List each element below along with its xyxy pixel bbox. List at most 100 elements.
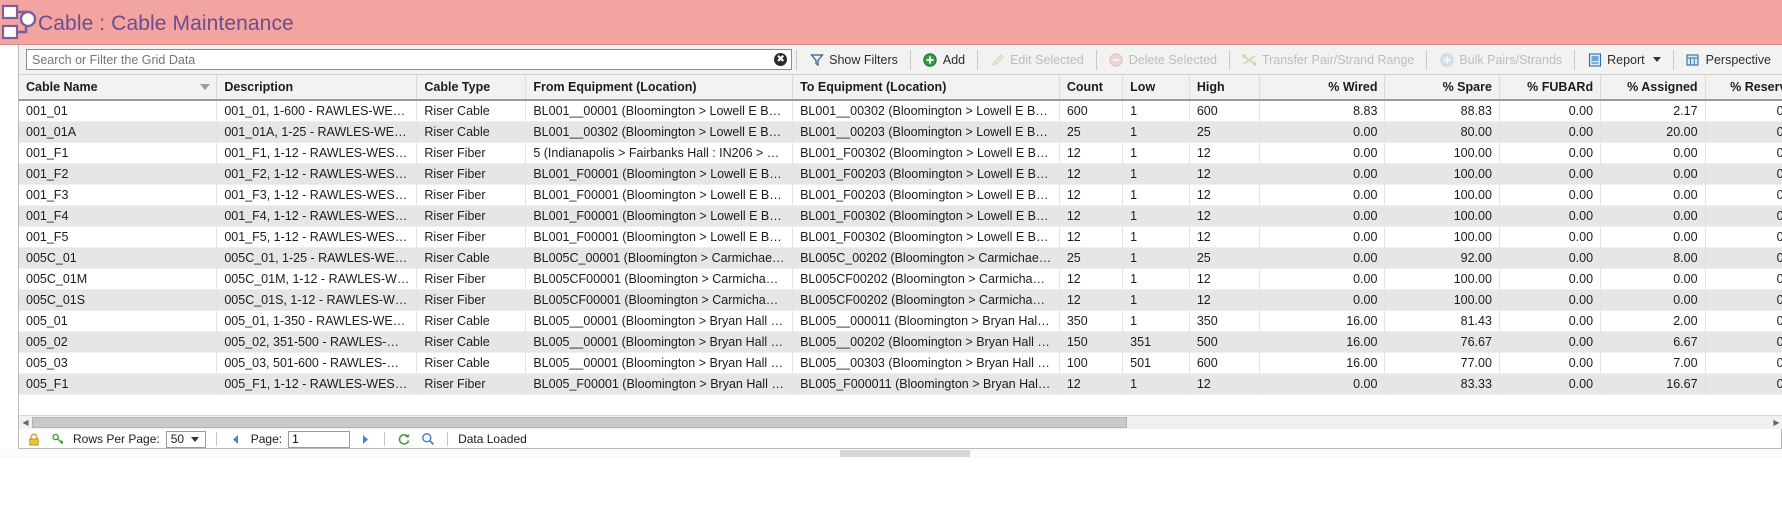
table-row[interactable]: 001_F3 001_F3, 1-12 - RAWLES-WEST-LAW Rise… xyxy=(19,184,1782,206)
cell-description[interactable]: 005_F1, 1-12 - RAWLES-WEST-BR… xyxy=(216,373,418,395)
cell-description[interactable]: 005C_01S, 1-12 - RAWLES-WEST-… xyxy=(216,289,418,311)
table-row[interactable]: 005C_01M 005C_01M, 1-12 - RAWLES-WEST… Ris… xyxy=(19,268,1782,290)
cell-pct_assigned[interactable]: 2.00 xyxy=(1600,310,1706,332)
chevron-down-icon[interactable] xyxy=(1652,57,1661,62)
cell-pct_fubard[interactable]: 0.00 xyxy=(1499,352,1602,374)
cell-low[interactable]: 1 xyxy=(1122,289,1190,311)
show-filters-button[interactable]: Show Filters xyxy=(801,48,906,72)
cell-from_equipment[interactable]: BL001_F00001 (Bloomington > Lowell E Bai… xyxy=(525,205,794,227)
cell-to_equipment[interactable]: BL001_F00302 (Bloomington > Lowell E Bai… xyxy=(792,226,1060,248)
cell-to_equipment[interactable]: BL005C_00202 (Bloomington > Carmichael C… xyxy=(792,247,1060,269)
cell-to_equipment[interactable]: BL005__00303 (Bloomington > Bryan Hall :… xyxy=(792,352,1060,374)
key-icon[interactable] xyxy=(49,431,67,447)
cell-cable_name[interactable]: 005_F1 xyxy=(19,373,218,395)
grid-header-from_equipment[interactable]: From Equipment (Location) xyxy=(525,75,794,101)
cell-cable_type[interactable]: Riser Cable xyxy=(416,100,527,122)
cell-to_equipment[interactable]: BL005CF00202 (Bloomington > Carmichael C… xyxy=(792,289,1060,311)
cell-cable_type[interactable]: Riser Cable xyxy=(416,310,527,332)
cell-pct_reserved[interactable]: 0.00 xyxy=(1705,352,1782,374)
cell-description[interactable]: 005_01, 1-350 - RAWLES-WEST-B… xyxy=(216,310,418,332)
cell-cable_name[interactable]: 005C_01M xyxy=(19,268,218,290)
cell-pct_wired[interactable]: 0.00 xyxy=(1259,226,1386,248)
cell-low[interactable]: 1 xyxy=(1122,121,1190,143)
cell-pct_spare[interactable]: 100.00 xyxy=(1384,289,1500,311)
cell-pct_assigned[interactable]: 0.00 xyxy=(1600,205,1706,227)
cell-pct_wired[interactable]: 16.00 xyxy=(1259,352,1386,374)
bulk-pairs-strands-button[interactable]: Bulk Pairs/Strands xyxy=(1431,48,1570,72)
cell-cable_name[interactable]: 005C_01 xyxy=(19,247,218,269)
cell-pct_spare[interactable]: 76.67 xyxy=(1384,331,1500,353)
cell-cable_type[interactable]: Riser Cable xyxy=(416,352,527,374)
find-button[interactable] xyxy=(419,431,437,447)
scroll-right-icon[interactable]: ▶ xyxy=(1770,416,1782,429)
table-row[interactable]: 005_F1 005_F1, 1-12 - RAWLES-WEST-BR… Rise… xyxy=(19,373,1782,395)
cell-high[interactable]: 12 xyxy=(1189,184,1260,206)
cell-cable_type[interactable]: Riser Fiber xyxy=(416,184,527,206)
cell-low[interactable]: 1 xyxy=(1122,268,1190,290)
cell-high[interactable]: 12 xyxy=(1189,142,1260,164)
cell-pct_fubard[interactable]: 0.00 xyxy=(1499,184,1602,206)
cell-count[interactable]: 12 xyxy=(1059,142,1124,164)
cell-cable_name[interactable]: 005_01 xyxy=(19,310,218,332)
cell-cable_type[interactable]: Riser Cable xyxy=(416,247,527,269)
cell-pct_spare[interactable]: 100.00 xyxy=(1384,142,1500,164)
cell-pct_fubard[interactable]: 0.00 xyxy=(1499,247,1602,269)
cell-description[interactable]: 005C_01, 1-25 - RAWLES-WEST-… xyxy=(216,247,418,269)
cell-pct_reserved[interactable]: 0.00 xyxy=(1705,310,1782,332)
cell-pct_reserved[interactable]: 0.00 xyxy=(1705,184,1782,206)
cell-to_equipment[interactable]: BL001_F00203 (Bloomington > Lowell E Bai… xyxy=(792,184,1060,206)
cell-cable_name[interactable]: 005_02 xyxy=(19,331,218,353)
cell-pct_spare[interactable]: 100.00 xyxy=(1384,268,1500,290)
edit-selected-button[interactable]: Edit Selected xyxy=(982,48,1092,72)
cell-pct_wired[interactable]: 0.00 xyxy=(1259,247,1386,269)
cell-from_equipment[interactable]: BL005__00001 (Bloomington > Bryan Hall :… xyxy=(525,352,794,374)
cell-cable_type[interactable]: Riser Fiber xyxy=(416,205,527,227)
cell-pct_assigned[interactable]: 8.00 xyxy=(1600,247,1706,269)
cell-from_equipment[interactable]: BL001__00302 (Bloomington > Lowell E Bai… xyxy=(525,121,794,143)
cell-cable_name[interactable]: 005C_01S xyxy=(19,289,218,311)
add-button[interactable]: Add xyxy=(915,48,973,72)
cell-high[interactable]: 600 xyxy=(1189,352,1260,374)
table-row[interactable]: 005_03 005_03, 501-600 - RAWLES-WEST… Rise… xyxy=(19,352,1782,374)
grid-header-cable_name[interactable]: Cable Name xyxy=(19,75,218,101)
cell-from_equipment[interactable]: BL001_F00001 (Bloomington > Lowell E Bai… xyxy=(525,184,794,206)
table-row[interactable]: 001_01 001_01, 1-600 - RAWLES-WEST-L… Rise… xyxy=(19,100,1782,122)
cell-from_equipment[interactable]: BL001_F00001 (Bloomington > Lowell E Bai… xyxy=(525,163,794,185)
cell-count[interactable]: 350 xyxy=(1059,310,1124,332)
cell-description[interactable]: 005_03, 501-600 - RAWLES-WEST… xyxy=(216,352,418,374)
cell-from_equipment[interactable]: BL005_F00001 (Bloomington > Bryan Hall :… xyxy=(525,373,794,395)
cell-cable_name[interactable]: 005_03 xyxy=(19,352,218,374)
cell-count[interactable]: 12 xyxy=(1059,268,1124,290)
cell-high[interactable]: 12 xyxy=(1189,205,1260,227)
cell-high[interactable]: 600 xyxy=(1189,100,1260,122)
cell-cable_type[interactable]: Riser Cable xyxy=(416,121,527,143)
cell-pct_fubard[interactable]: 0.00 xyxy=(1499,289,1602,311)
cell-from_equipment[interactable]: BL005C_00001 (Bloomington > Carmichael C… xyxy=(525,247,794,269)
table-row[interactable]: 001_F2 001_F2, 1-12 - RAWLES-WEST-LAW Rise… xyxy=(19,163,1782,185)
cell-high[interactable]: 12 xyxy=(1189,163,1260,185)
cell-description[interactable]: 001_F3, 1-12 - RAWLES-WEST-LAW xyxy=(216,184,418,206)
cell-pct_spare[interactable]: 100.00 xyxy=(1384,184,1500,206)
cell-count[interactable]: 12 xyxy=(1059,373,1124,395)
cell-low[interactable]: 1 xyxy=(1122,100,1190,122)
cell-count[interactable]: 12 xyxy=(1059,163,1124,185)
cell-low[interactable]: 1 xyxy=(1122,184,1190,206)
cell-to_equipment[interactable]: BL001_F00302 (Bloomington > Lowell E Bai… xyxy=(792,142,1060,164)
cell-high[interactable]: 25 xyxy=(1189,121,1260,143)
grid-header-low[interactable]: Low xyxy=(1122,75,1190,101)
cell-pct_spare[interactable]: 81.43 xyxy=(1384,310,1500,332)
cell-pct_assigned[interactable]: 6.67 xyxy=(1600,331,1706,353)
cell-pct_assigned[interactable]: 20.00 xyxy=(1600,121,1706,143)
cell-count[interactable]: 100 xyxy=(1059,352,1124,374)
grid-header-pct_reserved[interactable]: % Reserved xyxy=(1705,75,1782,101)
table-row[interactable]: 005C_01 005C_01, 1-25 - RAWLES-WEST-… Rise… xyxy=(19,247,1782,269)
cell-count[interactable]: 12 xyxy=(1059,289,1124,311)
cell-low[interactable]: 1 xyxy=(1122,247,1190,269)
grid-header-pct_fubard[interactable]: % FUBARd xyxy=(1499,75,1602,101)
cell-cable_type[interactable]: Riser Fiber xyxy=(416,226,527,248)
cell-to_equipment[interactable]: BL001__00203 (Bloomington > Lowell E Bai… xyxy=(792,121,1060,143)
cell-cable_name[interactable]: 001_F2 xyxy=(19,163,218,185)
cell-low[interactable]: 1 xyxy=(1122,310,1190,332)
cell-to_equipment[interactable]: BL001_F00302 (Bloomington > Lowell E Bai… xyxy=(792,205,1060,227)
search-input[interactable] xyxy=(27,50,792,69)
